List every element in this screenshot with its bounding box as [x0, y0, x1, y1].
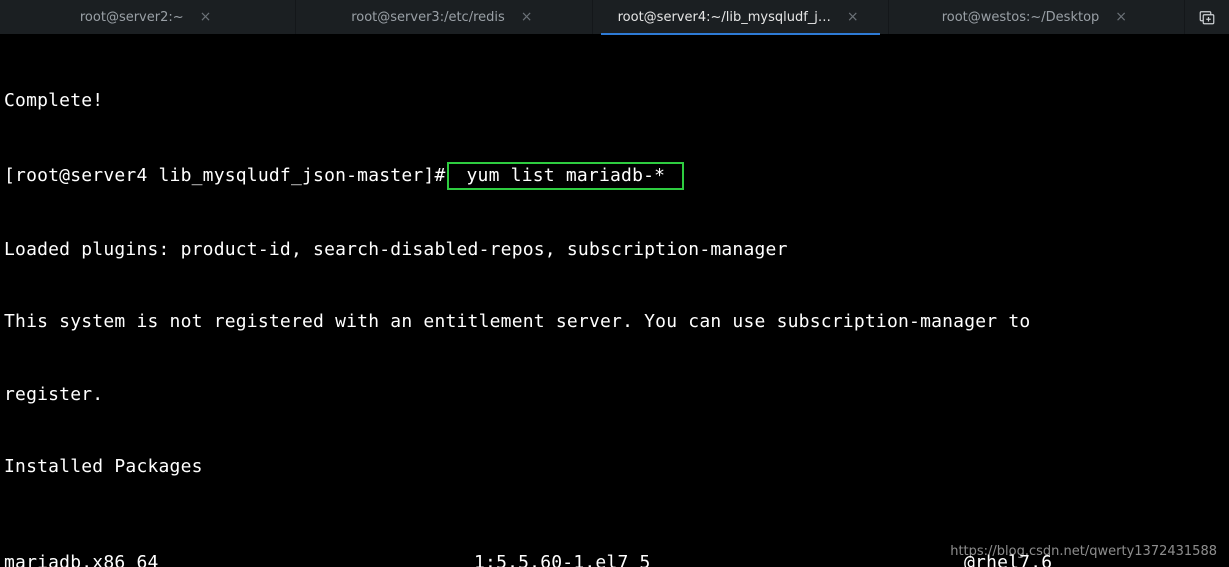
close-icon[interactable]: × — [1111, 9, 1131, 25]
close-icon[interactable]: × — [196, 9, 216, 25]
tab-label: root@westos:~/Desktop — [942, 10, 1100, 25]
package-row: mariadb.x86_64 1:5.5.60-1.el7_5 @rhel7.6 — [4, 551, 1225, 567]
output-line: register. — [4, 383, 1225, 407]
close-icon[interactable]: × — [843, 9, 863, 25]
new-tab-icon — [1198, 8, 1216, 26]
new-tab-button[interactable] — [1185, 0, 1229, 34]
tab-server2[interactable]: root@server2:~ × — [0, 0, 296, 34]
tab-bar: root@server2:~ × root@server3:/etc/redis… — [0, 0, 1229, 35]
tab-server3[interactable]: root@server3:/etc/redis × — [296, 0, 592, 34]
tab-server4[interactable]: root@server4:~/lib_mysqludf_j… × — [593, 0, 889, 34]
pkg-repo: @rhel7.6 — [964, 551, 1225, 567]
output-line: Loaded plugins: product-id, search-disab… — [4, 238, 1225, 262]
pkg-name: mariadb.x86_64 — [4, 551, 474, 567]
tab-label: root@server4:~/lib_mysqludf_j… — [618, 10, 831, 25]
tab-westos[interactable]: root@westos:~/Desktop × — [889, 0, 1185, 34]
output-line: This system is not registered with an en… — [4, 310, 1225, 334]
terminal-output[interactable]: Complete! [root@server4 lib_mysqludf_jso… — [0, 35, 1229, 567]
tab-label: root@server3:/etc/redis — [351, 10, 505, 25]
highlighted-command: yum list mariadb-* — [447, 162, 684, 190]
output-line: Complete! — [4, 89, 1225, 113]
close-icon[interactable]: × — [517, 9, 537, 25]
prompt-line: [root@server4 lib_mysqludf_json-master]#… — [4, 162, 1225, 190]
tab-label: root@server2:~ — [80, 10, 184, 25]
section-header: Installed Packages — [4, 455, 1225, 479]
pkg-version: 1:5.5.60-1.el7_5 — [474, 551, 964, 567]
shell-prompt: [root@server4 lib_mysqludf_json-master]# — [4, 165, 445, 186]
